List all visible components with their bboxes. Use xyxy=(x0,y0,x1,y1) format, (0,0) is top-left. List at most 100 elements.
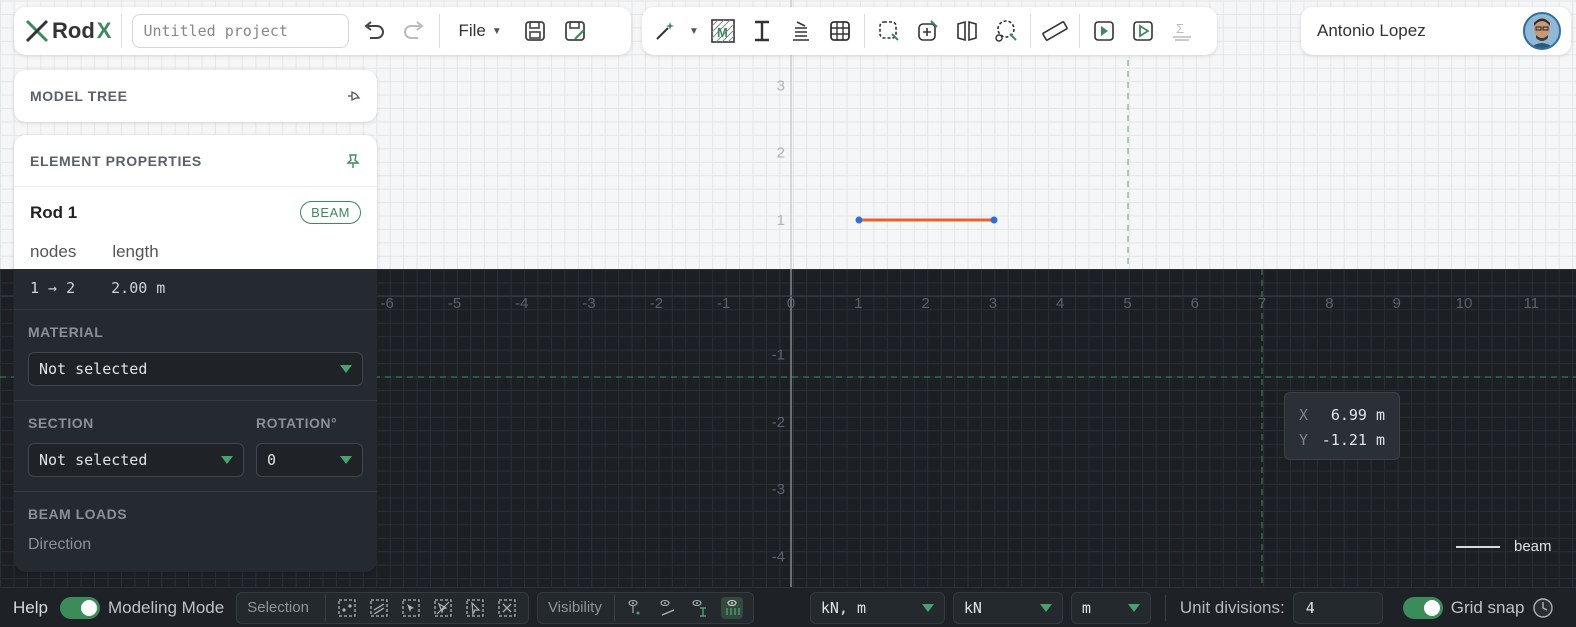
add-node-button[interactable] xyxy=(913,15,943,47)
file-menu-button[interactable]: File ▼ xyxy=(450,21,509,41)
run-select-button[interactable] xyxy=(1089,15,1119,47)
x-tick-label: -4 xyxy=(515,295,528,312)
undo-button[interactable] xyxy=(359,15,389,47)
redo-button[interactable] xyxy=(399,15,429,47)
user-name: Antonio Lopez xyxy=(1317,21,1426,40)
units-select[interactable]: kN, m xyxy=(809,591,945,624)
dropdown-arrow-icon xyxy=(1127,603,1140,612)
clock-icon[interactable] xyxy=(1532,597,1554,619)
mirror-button[interactable] xyxy=(952,15,982,47)
x-tick-label: 1 xyxy=(854,295,862,312)
pin-icon[interactable] xyxy=(345,153,361,169)
select-node-icon xyxy=(879,21,899,41)
select-rods-icon xyxy=(370,598,388,617)
run-select-icon xyxy=(1094,21,1114,41)
element-type-badge: BEAM xyxy=(300,201,361,224)
x-tick-label: -6 xyxy=(381,295,394,312)
x-label: X xyxy=(1299,405,1309,424)
select-window-button[interactable] xyxy=(400,597,422,619)
select-window-icon xyxy=(402,598,420,617)
user-panel[interactable]: Antonio Lopez xyxy=(1301,7,1571,55)
section-label: SECTION xyxy=(28,415,94,431)
help-button[interactable]: Help xyxy=(13,598,48,618)
nodes-label: nodes xyxy=(30,242,77,261)
select-pointer-button[interactable] xyxy=(464,597,486,619)
modeling-mode-toggle[interactable] xyxy=(59,596,100,619)
x-tick-label: 7 xyxy=(1258,295,1266,312)
rotation-label: ROTATION° xyxy=(256,415,338,431)
material-select[interactable]: Not selected xyxy=(28,352,363,386)
element-name: Rod 1 xyxy=(30,202,78,222)
x-tick-label: -2 xyxy=(650,295,663,312)
section-select[interactable]: Not selected xyxy=(28,443,244,477)
section-button[interactable] xyxy=(747,15,777,47)
save-button[interactable] xyxy=(520,15,550,47)
eye-loads-icon xyxy=(726,599,740,615)
unpin-icon[interactable] xyxy=(345,88,361,104)
x-tick-label: 4 xyxy=(1056,295,1064,312)
sum-icon: Σ xyxy=(1172,21,1191,41)
divider xyxy=(1078,14,1080,48)
rotation-value: 0 xyxy=(267,451,277,469)
table-icon xyxy=(830,21,850,41)
deselect-icon xyxy=(498,598,516,617)
table-button[interactable] xyxy=(825,15,855,47)
ruler-button[interactable] xyxy=(1040,15,1070,47)
show-sections-button[interactable] xyxy=(689,597,711,619)
divider xyxy=(613,594,615,621)
show-nodes-button[interactable] xyxy=(625,597,647,619)
select-rods-button[interactable] xyxy=(368,597,390,619)
y-tick-label: -3 xyxy=(772,481,785,498)
material-label: MATERIAL xyxy=(28,324,104,340)
save-icon xyxy=(524,21,545,41)
y-tick-label: -1 xyxy=(772,347,785,364)
model-tree-title: MODEL TREE xyxy=(30,88,128,104)
node-1 xyxy=(855,216,863,224)
selection-label: Selection xyxy=(247,599,309,616)
rotation-select[interactable]: 0 xyxy=(256,443,363,477)
units-value: kN, m xyxy=(820,598,866,617)
dropdown-arrow-icon xyxy=(221,456,233,464)
legend: beam xyxy=(1456,538,1552,555)
force-unit-select[interactable]: kN xyxy=(952,591,1063,624)
show-loads-button[interactable] xyxy=(720,596,743,619)
load-button[interactable] xyxy=(786,15,816,47)
x-tick-label: 6 xyxy=(1191,295,1199,312)
length-unit-select[interactable]: m xyxy=(1070,591,1151,624)
logo-accent: X xyxy=(96,18,112,43)
caret-down-icon[interactable]: ▼ xyxy=(689,26,699,37)
circle-select-icon xyxy=(995,20,1017,42)
unit-divisions-input[interactable] xyxy=(1292,591,1383,624)
x-tick-label: -1 xyxy=(717,295,730,312)
dropdown-arrow-icon xyxy=(921,603,934,612)
show-rods-button[interactable] xyxy=(657,597,679,619)
select-nodes-button[interactable] xyxy=(336,597,358,619)
run-icon xyxy=(1133,21,1153,41)
sum-button[interactable]: Σ xyxy=(1167,15,1197,47)
save-as-button[interactable] xyxy=(560,15,590,47)
circle-select-button[interactable] xyxy=(991,15,1021,47)
select-cross-button[interactable] xyxy=(432,597,454,619)
section-value: Not selected xyxy=(39,451,148,469)
legend-line xyxy=(1456,545,1500,548)
nodes-value: 1 → 2 xyxy=(30,279,76,297)
length-label: length xyxy=(112,242,159,261)
app-logo[interactable]: Rod X xyxy=(24,18,111,44)
grid-snap-toggle[interactable] xyxy=(1402,596,1443,619)
material-icon: M xyxy=(711,19,735,43)
length-value: 2.00 m xyxy=(111,279,166,297)
magic-wand-button[interactable] xyxy=(650,15,680,47)
model-tree-panel[interactable]: MODEL TREE xyxy=(14,70,377,122)
deselect-button[interactable] xyxy=(496,597,518,619)
project-name-input[interactable] xyxy=(132,14,350,48)
select-node-button[interactable] xyxy=(874,15,904,47)
svg-text:Σ: Σ xyxy=(1176,21,1184,36)
avatar[interactable] xyxy=(1523,12,1561,50)
y-tick-label: 2 xyxy=(777,145,785,162)
material-button[interactable]: M xyxy=(708,15,738,47)
run-button[interactable] xyxy=(1128,15,1158,47)
undo-icon xyxy=(364,21,385,39)
x-tick-label: 2 xyxy=(921,295,929,312)
x-tick-label: 5 xyxy=(1123,295,1131,312)
y-tick-label: 1 xyxy=(777,212,785,229)
